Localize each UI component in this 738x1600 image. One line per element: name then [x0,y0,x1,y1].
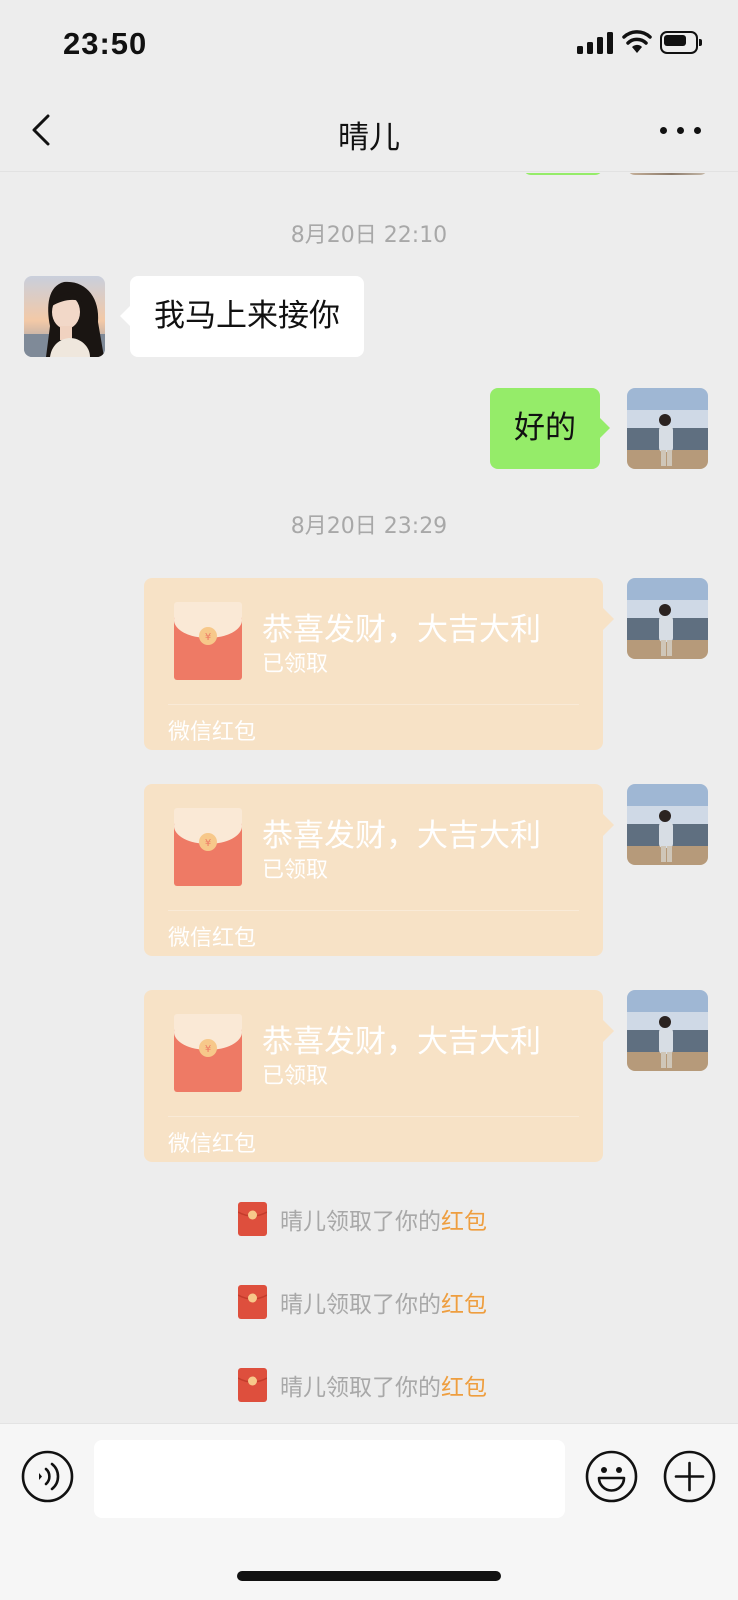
red-packet-status: 已领取 [262,858,329,883]
system-notice-text: 晴儿领取了你的 [280,1292,441,1318]
red-packet-icon [238,1202,267,1236]
red-packet-icon: ¥ [174,602,242,680]
my-avatar[interactable] [627,784,708,865]
timestamp-divider: 8月20日 22:10 [290,223,448,248]
chat-title: 晴儿 [338,120,400,156]
red-packet-icon: ¥ [174,808,242,886]
red-packet-link[interactable]: 红包 [441,1375,487,1401]
timestamp-divider: 8月20日 23:29 [290,514,448,539]
message-input[interactable] [94,1440,565,1518]
svg-text:¥: ¥ [205,1044,211,1055]
previous-outgoing-bubble [523,173,603,175]
red-packet-card[interactable]: ¥ 恭喜发财，大吉大利 已领取 微信红包 [144,784,614,956]
contact-avatar[interactable] [24,276,105,357]
cellular-signal-icon [577,30,613,54]
red-packet-icon [238,1285,267,1319]
red-packet-footer: 微信红包 [168,1132,257,1157]
status-bar: 23:50 [0,0,738,88]
divider [168,910,579,911]
my-avatar[interactable] [627,578,708,659]
more-horizontal-icon [660,127,667,134]
red-packet-title: 恭喜发财，大吉大利 [262,818,541,854]
divider [168,1116,579,1117]
red-packet-title: 恭喜发财，大吉大利 [262,1024,541,1060]
svg-text:¥: ¥ [205,838,211,849]
red-packet-icon [238,1368,267,1402]
chat-header: 晴儿 [0,88,738,172]
svg-text:¥: ¥ [205,632,211,643]
red-packet-link[interactable]: 红包 [441,1209,487,1235]
red-packet-status: 已领取 [262,1064,329,1089]
my-avatar[interactable] [627,388,708,469]
divider [168,704,579,705]
battery-icon [660,31,702,54]
status-time: 23:50 [63,26,148,61]
outgoing-message-bubble[interactable]: 好的 [490,388,610,469]
system-notice-text: 晴儿领取了你的 [280,1375,441,1401]
red-packet-status: 已领取 [262,652,329,677]
system-notice-text: 晴儿领取了你的 [280,1209,441,1235]
incoming-message-bubble[interactable]: 我马上来接你 [120,276,364,357]
home-indicator [237,1571,501,1581]
wifi-icon [622,30,652,53]
red-packet-card[interactable]: ¥ 恭喜发财，大吉大利 已领取 微信红包 [144,990,614,1162]
red-packet-footer: 微信红包 [168,720,257,745]
red-packet-title: 恭喜发财，大吉大利 [262,612,541,648]
red-packet-card[interactable]: ¥ 恭喜发财，大吉大利 已领取 微信红包 [144,578,614,750]
more-options-button[interactable] [660,116,702,144]
voice-button[interactable] [21,1450,74,1503]
red-packet-link[interactable]: 红包 [441,1292,487,1318]
more-functions-button[interactable] [663,1450,716,1503]
emoji-button[interactable] [585,1450,638,1503]
avatar [627,173,708,175]
red-packet-icon: ¥ [174,1014,242,1092]
message-list[interactable]: 8月20日 22:10 我马上来接你 好的 8月20日 23:29 ¥ 恭喜发财… [0,173,738,1423]
my-avatar[interactable] [627,990,708,1071]
red-packet-footer: 微信红包 [168,926,257,951]
